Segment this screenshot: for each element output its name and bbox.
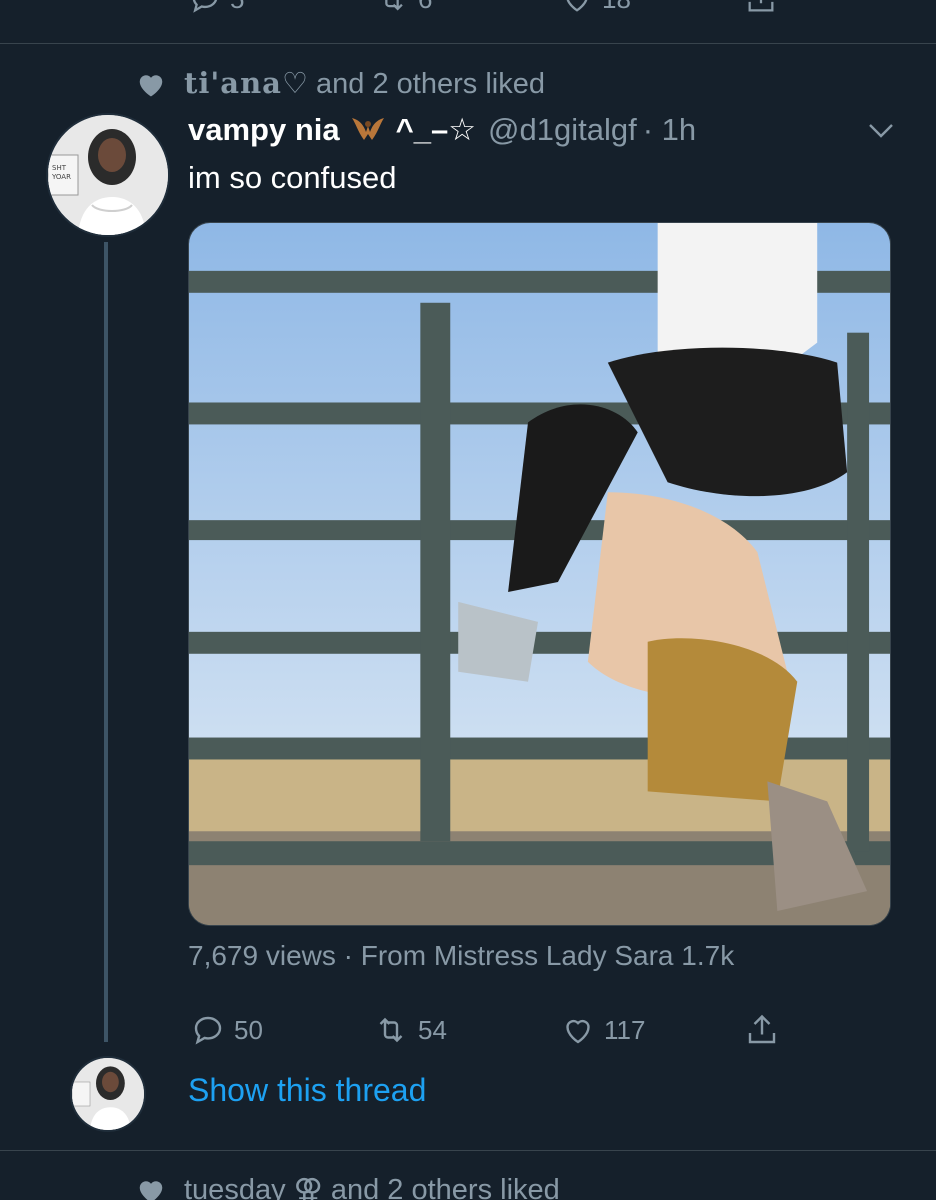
reply-icon (192, 0, 218, 13)
svg-text:SHT: SHT (52, 164, 67, 172)
separator (0, 1150, 936, 1151)
chevron-down-icon[interactable] (866, 118, 896, 142)
bat-emoji-icon (348, 108, 388, 148)
tweet-header: vampy nia ^_–☆ @d1gitalgf · 1h (188, 108, 908, 148)
retweet-icon (385, 0, 403, 11)
retweet-icon (379, 1017, 403, 1043)
share-action[interactable] (744, 1012, 780, 1048)
prev-like-action[interactable]: 18 (560, 0, 631, 16)
avatar-image: SHT YOAR (48, 115, 168, 235)
like-action[interactable]: 117 (560, 1012, 645, 1048)
prev-reply-count: 5 (230, 0, 244, 15)
tweet-text: im so confused (188, 160, 397, 195)
liked-heart-icon (139, 74, 163, 96)
next-liker-name: tuesday (184, 1174, 286, 1200)
thread-avatar[interactable] (70, 1056, 146, 1132)
prev-reply-action[interactable]: 5 (188, 0, 244, 16)
retweet-action[interactable]: 54 (372, 1012, 447, 1048)
heart-icon (566, 1019, 590, 1044)
context-rest: and 2 others liked (316, 68, 545, 100)
display-name[interactable]: vampy nia (188, 112, 340, 148)
share-icon (748, 1014, 776, 1044)
thread-line (104, 242, 108, 1042)
timestamp[interactable]: · 1h (643, 112, 696, 148)
liked-heart-icon (139, 1180, 163, 1200)
prev-retweet-count: 6 (418, 0, 432, 15)
liker-name: ti'ana (184, 66, 282, 100)
svg-text:YOAR: YOAR (51, 173, 71, 181)
share-icon (748, 0, 774, 12)
handle[interactable]: @d1gitalgf (488, 112, 637, 148)
social-context[interactable]: ti'ana♡ and 2 others liked (136, 66, 545, 101)
show-thread-link[interactable]: Show this thread (188, 1072, 426, 1109)
reply-action[interactable]: 50 (190, 1012, 263, 1048)
next-context-rest: and 2 others liked (330, 1174, 560, 1200)
reply-count: 50 (234, 1014, 263, 1045)
separator (0, 43, 936, 44)
video-thumbnail (189, 223, 890, 925)
previous-tweet-actions: 5 6 18 (0, 0, 936, 22)
prev-retweet-action[interactable]: 6 (374, 0, 432, 16)
avatar-image (72, 1058, 144, 1130)
reply-icon (194, 1016, 222, 1045)
next-social-context[interactable]: tuesday ⚢ and 2 others liked (136, 1172, 560, 1200)
prev-share-action[interactable] (744, 0, 778, 16)
retweet-count: 54 (418, 1014, 447, 1045)
name-suffix: ^_–☆ (395, 112, 477, 147)
like-count: 117 (604, 1014, 646, 1045)
tweet-media[interactable] (188, 222, 891, 926)
prev-like-count: 18 (602, 0, 631, 15)
heart-icon (566, 0, 588, 12)
avatar[interactable]: SHT YOAR (46, 113, 170, 237)
next-liker-suffix: ⚢ (293, 1174, 323, 1200)
liker-suffix: ♡ (281, 68, 308, 100)
media-meta: 7,679 views · From Mistress Lady Sara 1.… (188, 940, 735, 971)
